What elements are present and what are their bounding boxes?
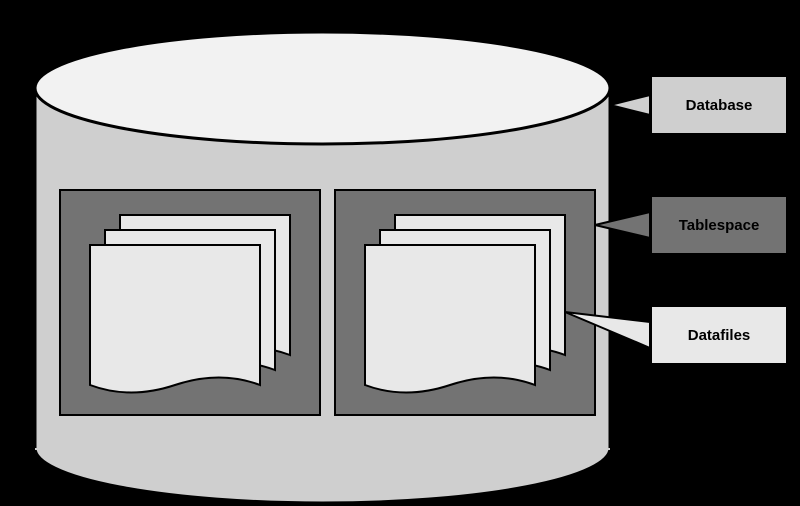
datafiles-stack-left (90, 215, 290, 393)
tablespace-left (60, 190, 320, 415)
tablespace-label-text: Tablespace (679, 217, 760, 234)
database-callout-pointer (610, 95, 650, 115)
datafiles-label: Datafiles (650, 305, 788, 365)
database-label-text: Database (686, 97, 753, 114)
database-label: Database (650, 75, 788, 135)
tablespace-label: Tablespace (650, 195, 788, 255)
datafiles-label-text: Datafiles (688, 327, 751, 344)
tablespace-right (335, 190, 595, 415)
datafiles-stack-right (365, 215, 565, 393)
